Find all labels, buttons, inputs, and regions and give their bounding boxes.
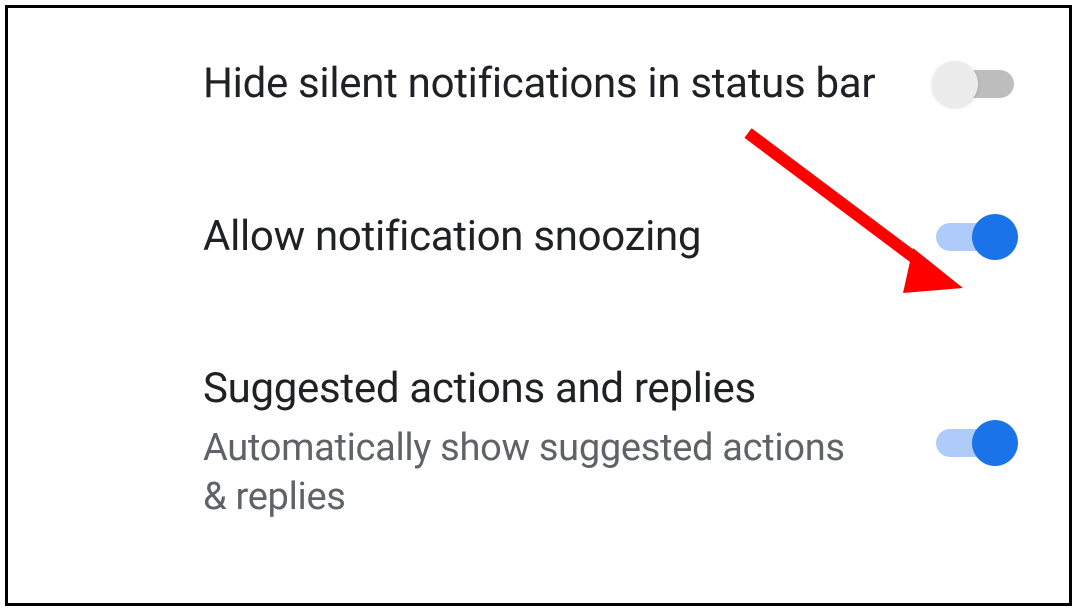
hide-silent-toggle[interactable] <box>936 70 1014 98</box>
toggle-thumb <box>972 214 1018 260</box>
suggested-actions-toggle[interactable] <box>936 429 1014 457</box>
setting-title: Allow notification snoozing <box>203 211 876 264</box>
setting-allow-snoozing[interactable]: Allow notification snoozing <box>203 211 1014 264</box>
setting-text-block: Allow notification snoozing <box>203 211 936 264</box>
setting-hide-silent[interactable]: Hide silent notifications in status bar <box>203 58 1014 111</box>
setting-title: Suggested actions and replies <box>203 363 876 416</box>
setting-title: Hide silent notifications in status bar <box>203 58 876 111</box>
setting-subtitle: Automatically show suggested actions & r… <box>203 424 876 523</box>
setting-text-block: Hide silent notifications in status bar <box>203 58 936 111</box>
settings-panel: Hide silent notifications in status bar … <box>5 5 1072 606</box>
toggle-thumb <box>932 61 978 107</box>
toggle-thumb <box>972 420 1018 466</box>
allow-snoozing-toggle[interactable] <box>936 223 1014 251</box>
setting-suggested-actions[interactable]: Suggested actions and replies Automatica… <box>203 363 1014 522</box>
setting-text-block: Suggested actions and replies Automatica… <box>203 363 936 522</box>
